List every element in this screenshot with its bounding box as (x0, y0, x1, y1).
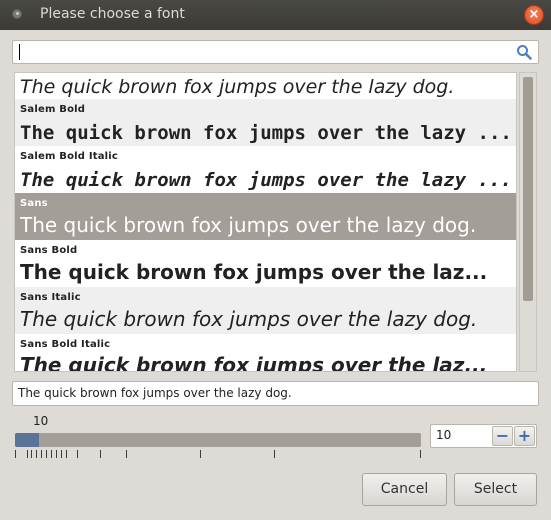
slider-tick (77, 450, 78, 458)
slider-tick (200, 450, 201, 458)
font-sample: The quick brown fox jumps over the laz..… (20, 260, 488, 284)
text-caret (19, 44, 20, 60)
font-sample: The quick brown fox jumps over the laz..… (20, 353, 488, 372)
slider-tick (100, 450, 101, 458)
slider-tick (41, 450, 42, 458)
slider-tick (420, 450, 421, 458)
size-slider-ticks (15, 450, 425, 462)
font-sample: The quick brown fox jumps over the lazy … (20, 169, 512, 191)
decrease-size-button[interactable]: − (492, 426, 513, 446)
font-sample: The quick brown fox jumps over the lazy … (20, 76, 455, 98)
slider-tick (61, 450, 62, 458)
slider-tick (27, 450, 28, 458)
font-name: Salem Bold Italic (20, 151, 119, 162)
slider-tick (15, 450, 16, 458)
scrollbar-thumb[interactable] (523, 77, 533, 301)
slider-tick (66, 450, 67, 458)
font-name: Sans Bold (20, 245, 78, 256)
slider-tick (31, 450, 32, 458)
increase-size-button[interactable]: + (514, 426, 535, 446)
font-list-item[interactable]: Sans Bold Italic The quick brown fox jum… (15, 334, 516, 372)
font-list-item-selected[interactable]: Sans The quick brown fox jumps over the … (15, 193, 516, 240)
font-list-item[interactable]: Salem Bold Italic The quick brown fox ju… (15, 146, 516, 193)
slider-tick (36, 450, 37, 458)
font-name: Sans (20, 198, 48, 209)
preview-field[interactable]: The quick brown fox jumps over the lazy … (12, 381, 539, 406)
font-list[interactable]: The quick brown fox jumps over the lazy … (14, 72, 517, 372)
window-title: Please choose a font (40, 6, 185, 22)
slider-tick (51, 450, 52, 458)
font-name: Salem Bold (20, 104, 86, 115)
close-button[interactable]: × (524, 5, 544, 25)
search-icon[interactable] (516, 44, 532, 64)
font-list-scrollbar[interactable] (519, 72, 537, 372)
font-name: Sans Bold Italic (20, 339, 111, 350)
font-list-item[interactable]: The quick brown fox jumps over the lazy … (15, 73, 516, 99)
search-input[interactable] (12, 40, 539, 64)
font-sample: The quick brown fox jumps over the lazy … (20, 122, 512, 144)
size-slider-fill[interactable] (15, 433, 39, 447)
cancel-button[interactable]: Cancel (362, 473, 447, 506)
size-slider-value-label: 10 (33, 414, 49, 428)
slider-tick (274, 450, 275, 458)
font-name: Sans Italic (20, 292, 81, 303)
slider-tick (46, 450, 47, 458)
size-spinbutton[interactable]: 10 − + (430, 424, 537, 448)
font-list-item[interactable]: Sans Italic The quick brown fox jumps ov… (15, 287, 516, 334)
font-sample: The quick brown fox jumps over the lazy … (20, 213, 477, 237)
size-slider[interactable] (15, 433, 421, 447)
window-menu-icon[interactable] (12, 9, 22, 19)
select-button[interactable]: Select (454, 473, 537, 506)
slider-tick (56, 450, 57, 458)
font-list-item[interactable]: Sans Bold The quick brown fox jumps over… (15, 240, 516, 287)
window-titlebar: Please choose a font × (0, 0, 551, 30)
size-spin-value[interactable]: 10 (436, 428, 451, 442)
slider-tick (126, 450, 127, 458)
font-sample: The quick brown fox jumps over the lazy … (20, 307, 478, 331)
font-list-item[interactable]: Salem Bold The quick brown fox jumps ove… (15, 99, 516, 146)
